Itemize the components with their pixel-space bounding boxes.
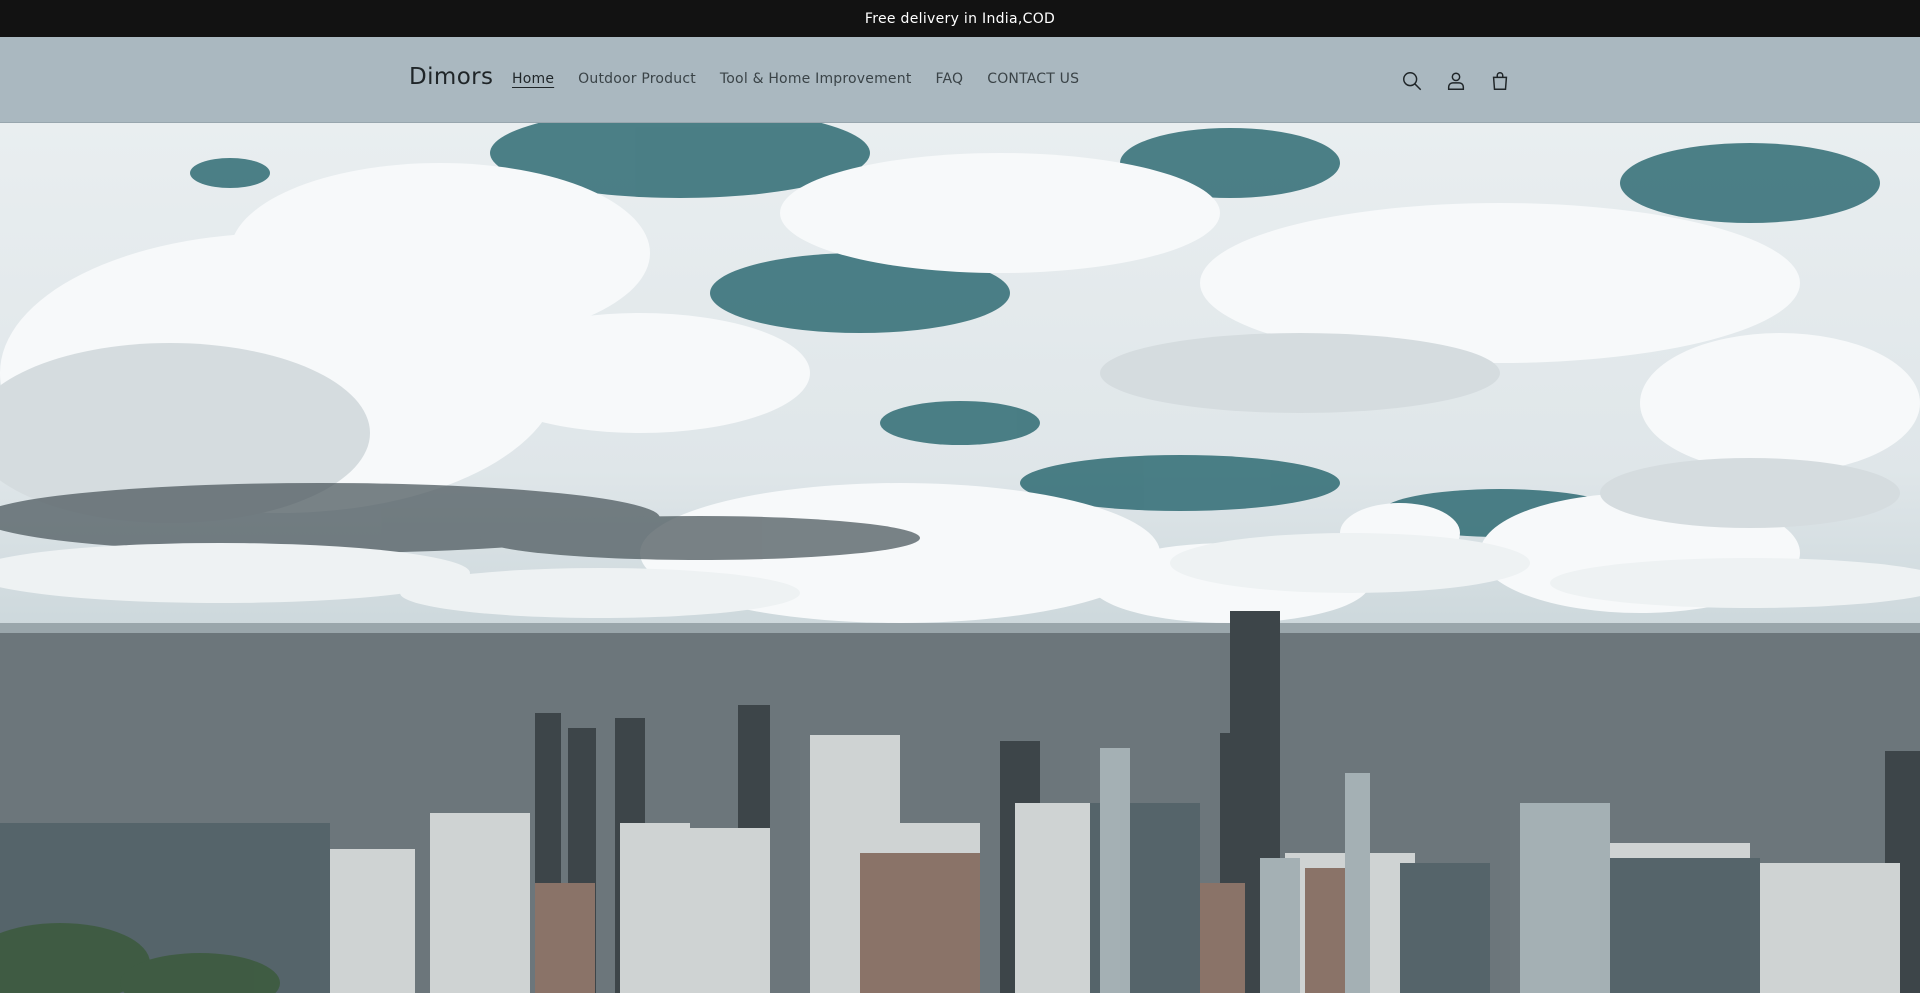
nav-tool-home-improvement[interactable]: Tool & Home Improvement — [720, 71, 912, 87]
hero-city-skyline-image — [0, 123, 1920, 993]
search-icon[interactable] — [1398, 67, 1426, 95]
nav-outdoor-product[interactable]: Outdoor Product — [578, 71, 696, 87]
main-nav: Home Outdoor Product Tool & Home Improve… — [512, 71, 1103, 87]
cart-icon[interactable] — [1486, 67, 1514, 95]
announcement-text: Free delivery in India,COD — [864, 10, 1056, 27]
hero-banner — [0, 123, 1920, 993]
account-icon[interactable] — [1442, 67, 1470, 95]
site-header: Dimors Home Outdoor Product Tool & Home … — [0, 37, 1920, 123]
nav-contact-us[interactable]: CONTACT US — [987, 71, 1079, 87]
site-logo[interactable]: Dimors — [409, 64, 493, 90]
nav-faq[interactable]: FAQ — [936, 71, 964, 87]
header-icons — [1398, 67, 1530, 95]
nav-home[interactable]: Home — [512, 71, 554, 87]
announcement-bar: Free delivery in India,COD — [0, 0, 1920, 37]
